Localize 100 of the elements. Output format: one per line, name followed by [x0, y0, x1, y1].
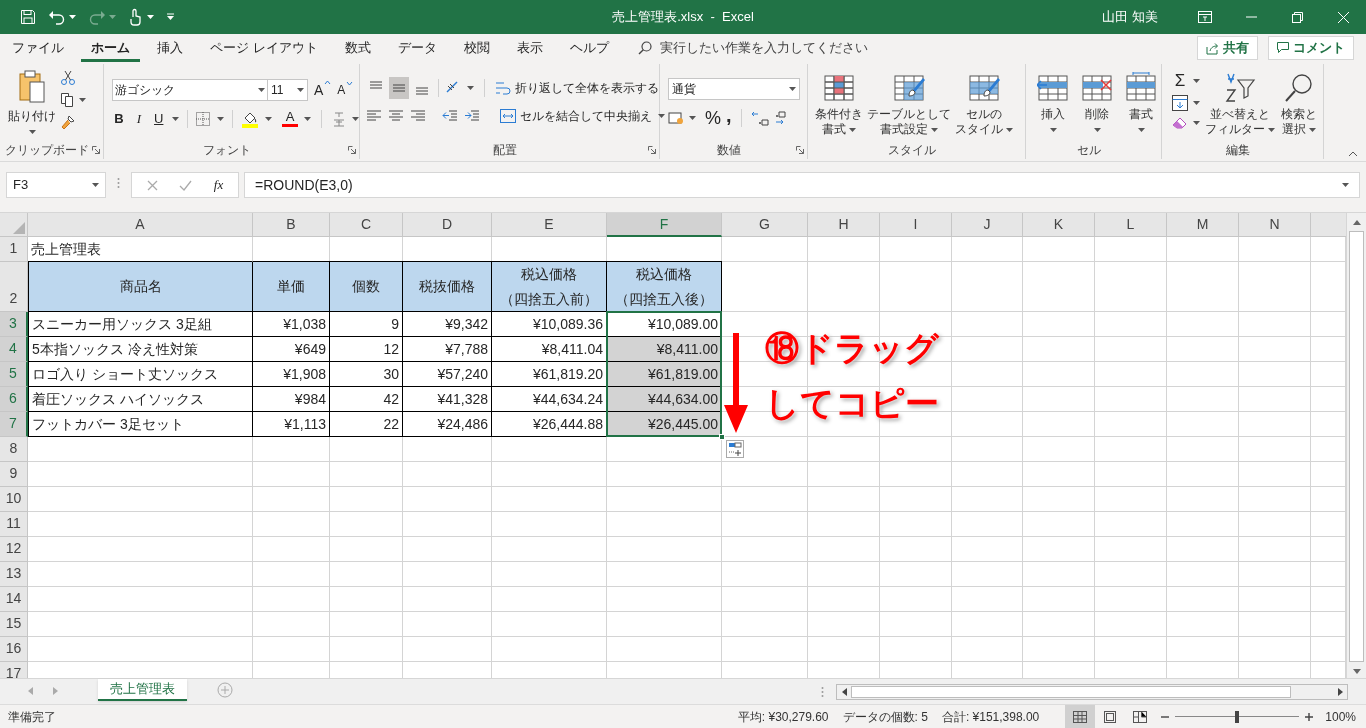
caret-icon[interactable]	[304, 116, 312, 121]
column-header[interactable]: N	[1239, 213, 1311, 237]
paste-button[interactable]: 貼り付け	[8, 64, 56, 134]
format-painter-icon[interactable]	[60, 114, 76, 130]
row-header[interactable]: 14	[0, 587, 28, 612]
vertical-scrollbar[interactable]	[1346, 213, 1366, 678]
share-icon[interactable]	[1206, 41, 1219, 55]
menu-tab[interactable]: ヘルプ	[559, 34, 619, 62]
row-header[interactable]: 7	[0, 412, 28, 437]
row-header[interactable]: 1	[0, 237, 28, 262]
caret-icon[interactable]	[1268, 127, 1275, 132]
caret-icon[interactable]	[28, 130, 36, 134]
caret-icon[interactable]	[79, 98, 86, 102]
caret-icon[interactable]	[931, 127, 938, 132]
column-header[interactable]: E	[492, 213, 607, 237]
zoom-level[interactable]: 100%	[1325, 707, 1356, 726]
wrap-text-button[interactable]: 折り返して全体を表示する	[495, 79, 659, 97]
column-header[interactable]: M	[1167, 213, 1239, 237]
underline-button[interactable]: U	[151, 109, 166, 129]
column-header[interactable]: F	[607, 213, 722, 237]
autosum-button[interactable]: Σ	[1172, 72, 1188, 90]
caret-icon[interactable]	[265, 116, 273, 121]
column-header[interactable]: A	[28, 213, 253, 237]
row-header[interactable]: 17	[0, 662, 28, 678]
caret-icon[interactable]	[351, 116, 359, 121]
percent-button[interactable]: %	[705, 108, 721, 128]
row-header[interactable]: 5	[0, 362, 28, 387]
caret-icon[interactable]	[1193, 121, 1200, 125]
caret-icon[interactable]	[658, 114, 665, 118]
font-size-field[interactable]: 11	[268, 79, 308, 101]
font-name-field[interactable]: 游ゴシック	[112, 79, 268, 101]
comment-button[interactable]: コメント	[1268, 36, 1354, 60]
fill-icon[interactable]	[1172, 95, 1188, 111]
formula-field[interactable]: =ROUND(E3,0)	[244, 172, 1360, 198]
copy-icon[interactable]	[60, 92, 76, 108]
scroll-right-icon[interactable]	[1337, 688, 1343, 696]
cell-styles-button[interactable]: セルの スタイル	[954, 68, 1014, 137]
scroll-down-icon[interactable]	[1352, 668, 1361, 674]
caret-icon[interactable]	[467, 86, 475, 90]
number-format-field[interactable]: 通貨	[668, 78, 800, 100]
dialog-launcher-icon[interactable]	[348, 146, 356, 154]
caret-icon[interactable]	[1093, 128, 1101, 132]
row-header[interactable]: 2	[0, 262, 28, 312]
row-header[interactable]: 16	[0, 637, 28, 662]
scroll-up-icon[interactable]	[1352, 219, 1361, 225]
caret-icon[interactable]	[92, 183, 99, 187]
minimize-icon[interactable]	[1245, 16, 1257, 18]
collapse-ribbon-icon[interactable]	[1348, 151, 1358, 157]
delete-cells-button[interactable]: 削除	[1078, 68, 1116, 132]
zoom-in-icon[interactable]	[1305, 712, 1314, 721]
caret-icon[interactable]	[689, 116, 696, 120]
column-header[interactable]: K	[1023, 213, 1095, 237]
dialog-launcher-icon[interactable]	[796, 146, 804, 154]
dialog-launcher-icon[interactable]	[648, 146, 656, 154]
customize-toolbar-icon[interactable]	[166, 13, 175, 21]
normal-view-button[interactable]	[1065, 704, 1096, 728]
row-header[interactable]: 3	[0, 312, 28, 337]
menu-tab[interactable]: ファイル	[2, 34, 74, 62]
bold-button[interactable]: B	[112, 109, 126, 129]
column-header[interactable]: B	[253, 213, 330, 237]
caret-icon[interactable]	[1193, 101, 1200, 105]
caret-icon[interactable]	[1193, 79, 1200, 83]
column-header[interactable]: I	[880, 213, 952, 237]
comma-style-button[interactable]: ,	[726, 108, 732, 128]
comment-icon[interactable]	[1277, 42, 1289, 54]
menu-tab[interactable]: 挿入	[147, 34, 193, 62]
horizontal-scrollbar[interactable]	[836, 684, 1348, 700]
restore-icon[interactable]	[1291, 11, 1303, 23]
accounting-format-icon[interactable]	[668, 111, 684, 125]
menu-tab[interactable]: 表示	[506, 34, 553, 62]
close-icon[interactable]	[1337, 11, 1349, 23]
menu-tab[interactable]: データ	[387, 34, 447, 62]
column-header[interactable]: J	[952, 213, 1023, 237]
increase-decimal-icon[interactable]	[750, 110, 769, 126]
column-header[interactable]: L	[1095, 213, 1167, 237]
row-header[interactable]: 12	[0, 537, 28, 562]
menu-tab[interactable]: 校閲	[453, 34, 500, 62]
row-header[interactable]: 15	[0, 612, 28, 637]
column-header[interactable]: H	[808, 213, 880, 237]
share-button[interactable]: 共有	[1197, 36, 1258, 60]
shrink-font-button[interactable]: A	[337, 81, 354, 99]
fill-handle[interactable]	[719, 434, 725, 440]
find-select-button[interactable]: 検索と 選択	[1280, 70, 1318, 137]
split-handle-icon[interactable]	[821, 686, 824, 698]
caret-icon[interactable]	[849, 127, 856, 132]
middle-align-button[interactable]	[388, 77, 410, 99]
increase-indent-icon[interactable]	[464, 109, 480, 123]
row-header[interactable]: 9	[0, 462, 28, 487]
decrease-indent-icon[interactable]	[442, 109, 458, 123]
caret-icon[interactable]	[1342, 183, 1349, 187]
insert-cells-button[interactable]: 挿入	[1034, 68, 1072, 132]
conditional-formatting-button[interactable]: 条件付き 書式	[814, 68, 864, 137]
sort-filter-button[interactable]: 並べ替えと フィルター	[1204, 70, 1276, 137]
caret-icon[interactable]	[1049, 128, 1057, 132]
font-color-button[interactable]: A	[282, 110, 299, 128]
merge-center-button[interactable]: セルを結合して中央揃え	[500, 107, 665, 125]
caret-icon[interactable]	[171, 116, 179, 121]
ribbon-display-options-icon[interactable]	[1198, 11, 1212, 23]
menu-tab[interactable]: 数式	[334, 34, 381, 62]
caret-icon[interactable]	[69, 15, 76, 19]
